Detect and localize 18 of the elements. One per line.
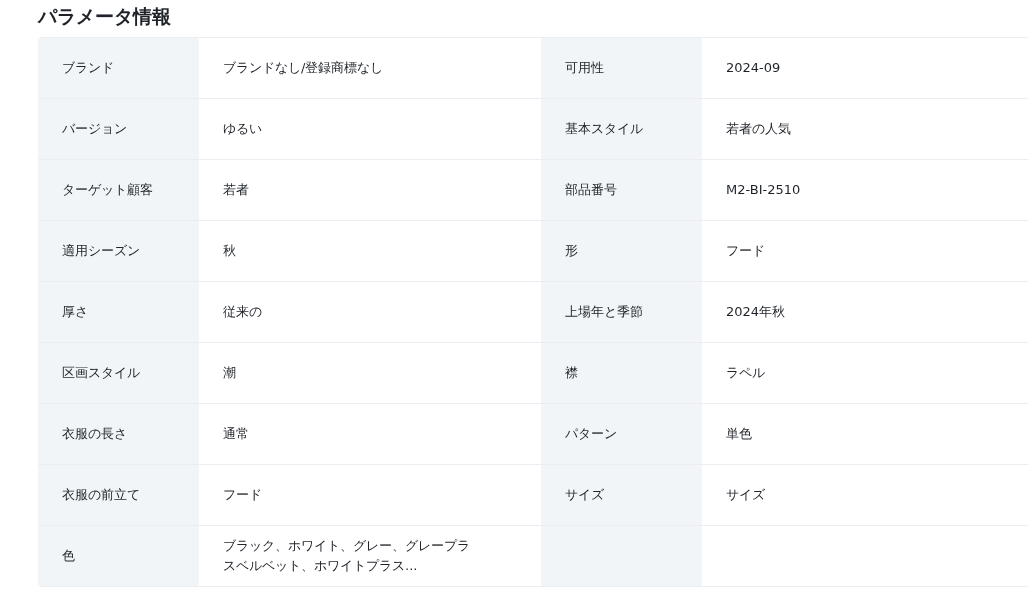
label-cell: バージョン (38, 99, 199, 160)
label-cell: 色 (38, 526, 199, 587)
label-cell: 上場年と季節 (541, 282, 702, 343)
label-cell: パターン (541, 404, 702, 465)
label-cell: サイズ (541, 465, 702, 526)
label-cell: 形 (541, 221, 702, 282)
label-cell: ターゲット顧客 (38, 160, 199, 221)
label-cell: 区画スタイル (38, 343, 199, 404)
label-cell: 衣服の前立て (38, 465, 199, 526)
label-cell: 部品番号 (541, 160, 702, 221)
section-title: パラメータ情報 (38, 4, 171, 29)
label-cell: 基本スタイル (541, 99, 702, 160)
label-cell: ブランド (38, 38, 199, 99)
label-cell: 衣服の長さ (38, 404, 199, 465)
label-cell: 可用性 (541, 38, 702, 99)
label-cell: 厚さ (38, 282, 199, 343)
label-cell: 襟 (541, 343, 702, 404)
label-cell: 適用シーズン (38, 221, 199, 282)
